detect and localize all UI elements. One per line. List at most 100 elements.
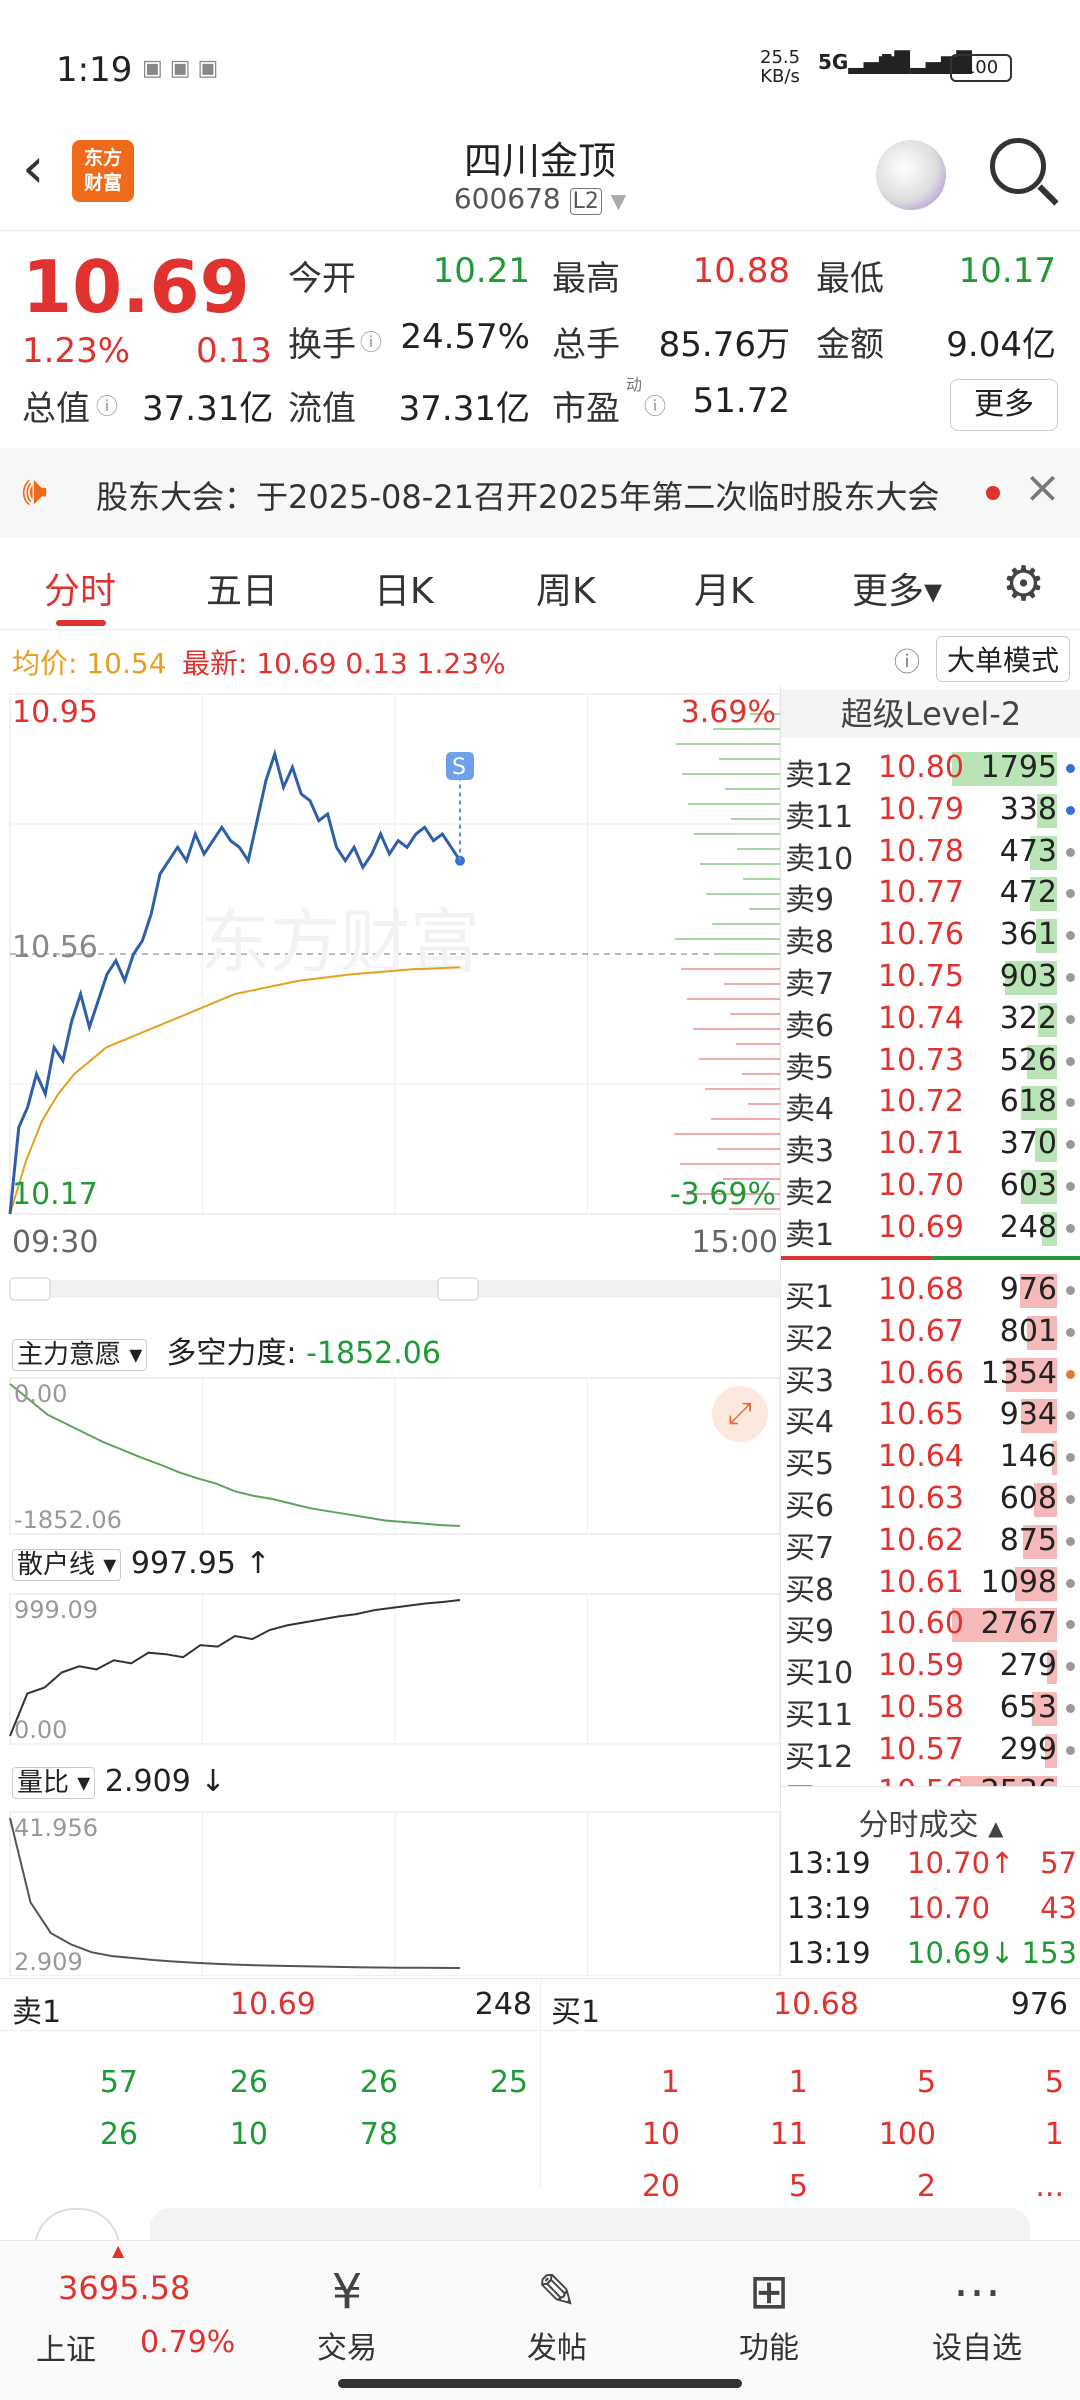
stat-label: 最低 xyxy=(816,259,884,299)
info-icon[interactable]: ⓘ xyxy=(96,389,118,421)
bid-row[interactable]: 买2 10.67 801 xyxy=(781,1312,1080,1357)
status-dot xyxy=(1066,847,1075,857)
nav-post[interactable]: ✎ 发帖 xyxy=(492,2261,622,2367)
tab-five-day[interactable]: 五日 xyxy=(206,562,278,614)
help-icon[interactable]: ⓘ xyxy=(894,642,920,679)
range-handle-left[interactable] xyxy=(9,1277,51,1301)
ask-row[interactable]: 卖7 10.75 903 xyxy=(781,957,1080,1002)
level-volume: 2767 xyxy=(980,1606,1057,1642)
tab-minute[interactable]: 分时 xyxy=(44,562,116,614)
bid-row[interactable]: 买6 10.63 608 xyxy=(781,1479,1080,1524)
level-label: 卖7 xyxy=(785,967,835,1002)
queue-cell: 26 xyxy=(229,2065,268,2100)
bid-row[interactable]: 买1 10.68 976 xyxy=(781,1270,1080,1315)
bid-row[interactable]: 买12 10.57 299 xyxy=(781,1730,1080,1775)
yen-icon: ¥ xyxy=(331,2264,363,2320)
ask-row[interactable]: 卖12 10.80 1795 xyxy=(781,748,1080,793)
battery-icon: 100 xyxy=(950,54,1012,82)
trade-row: 13:19 10.69↓ 153 xyxy=(781,1936,1080,1980)
indicator-bottom-label: -1852.06 xyxy=(14,1506,122,1534)
tab-weekly-k[interactable]: 周K xyxy=(536,562,596,614)
index-value[interactable]: 3695.58 xyxy=(58,2269,190,2307)
notice-bar[interactable]: 🕪 股东大会：于2025-08-21召开2025年第二次临时股东大会 × xyxy=(0,448,1080,538)
order-book-title[interactable]: 超级Level-2 xyxy=(781,690,1080,738)
status-dot xyxy=(1066,1745,1075,1755)
status-dot xyxy=(1066,1536,1075,1546)
ask-row[interactable]: 卖5 10.73 526 xyxy=(781,1041,1080,1086)
ask-row[interactable]: 卖3 10.71 370 xyxy=(781,1124,1080,1169)
tick-trades-title[interactable]: 分时成交 ▲ xyxy=(781,1800,1080,1844)
status-dot xyxy=(1066,1704,1075,1713)
nav-trade[interactable]: ¥ 交易 xyxy=(282,2261,412,2367)
status-dot xyxy=(1066,1056,1075,1066)
trade-time: 13:19 xyxy=(787,1936,871,1970)
level-volume: 618 xyxy=(999,1084,1057,1120)
stat-value: 37.31亿 xyxy=(398,389,530,429)
close-icon[interactable]: × xyxy=(1024,462,1061,513)
more-button[interactable]: 更多 xyxy=(950,379,1058,431)
ask-row[interactable]: 卖2 10.70 603 xyxy=(781,1166,1080,1211)
nav-add-watchlist[interactable]: ⋯ 设自选 xyxy=(912,2261,1042,2367)
time-range-track xyxy=(10,1280,780,1298)
level-volume: 299 xyxy=(999,1731,1057,1767)
home-indicator xyxy=(338,2379,742,2388)
status-dot xyxy=(1066,889,1075,899)
tab-more[interactable]: 更多▾ xyxy=(852,562,942,614)
ask-row[interactable]: 卖11 10.79 338 xyxy=(781,790,1080,835)
order-queue: 卖1 10.69 248 买1 10.68 976 57 26 26 25 26 10 78… xyxy=(0,1978,1080,2204)
level-label: 卖5 xyxy=(785,1050,835,1086)
bid-row[interactable]: 买5 10.64 146 xyxy=(781,1437,1080,1482)
trade-time: 13:19 xyxy=(787,1846,871,1880)
stat-value: 37.31亿 xyxy=(142,389,274,429)
queue-cell: 10 xyxy=(229,2117,268,2152)
tab-daily-k[interactable]: 日K xyxy=(374,562,434,614)
indicator-selector[interactable]: 散户线 ▾ xyxy=(12,1549,122,1581)
order-book: 超级Level-2 卖12 10.80 1795 卖11 10.79 338 卖10 10.7… xyxy=(780,686,1080,1976)
back-icon[interactable]: ‹ xyxy=(22,136,44,201)
ask-row[interactable]: 卖6 10.74 322 xyxy=(781,999,1080,1044)
expand-icon[interactable]: ⤢ xyxy=(712,1386,768,1442)
ask-row[interactable]: 卖10 10.78 473 xyxy=(781,832,1080,877)
level-label: 买12 xyxy=(785,1739,854,1775)
change-amount: 0.13 xyxy=(196,331,272,371)
divider xyxy=(540,2031,541,2189)
ask-row[interactable]: 卖9 10.77 472 xyxy=(781,873,1080,918)
tab-monthly-k[interactable]: 月K xyxy=(694,562,754,614)
ask-row[interactable]: 卖4 10.72 618 xyxy=(781,1082,1080,1127)
indicator-selector[interactable]: 量比 ▾ xyxy=(12,1767,96,1799)
notice-text: 股东大会：于2025-08-21召开2025年第二次临时股东大会 xyxy=(96,478,940,516)
x-label-close: 15:00 xyxy=(692,1225,778,1260)
info-icon[interactable]: ⓘ xyxy=(360,325,382,357)
level-price: 10.74 xyxy=(878,1000,964,1036)
bid-row[interactable]: 买3 10.66 1354 xyxy=(781,1354,1080,1399)
settings-gear-icon[interactable]: ⚙ xyxy=(1002,556,1045,612)
level-label: 卖6 xyxy=(785,1008,835,1044)
level-price: 10.75 xyxy=(878,959,964,994)
level-label: 卖10 xyxy=(785,841,854,877)
ask-row[interactable]: 卖1 10.69 248 xyxy=(781,1208,1080,1253)
search-icon[interactable] xyxy=(990,138,1046,194)
bid-row[interactable]: 买4 10.65 934 xyxy=(781,1395,1080,1440)
robot-avatar-icon[interactable] xyxy=(876,140,946,210)
edit-icon: ✎ xyxy=(536,2264,578,2320)
range-handle-right[interactable] xyxy=(437,1277,479,1301)
status-dot xyxy=(1066,1662,1075,1672)
bid-row[interactable]: 买9 10.60 2767 xyxy=(781,1604,1080,1649)
status-dot xyxy=(1066,931,1075,941)
level-volume: 361 xyxy=(999,917,1057,953)
nav-functions[interactable]: ⊞ 功能 xyxy=(704,2261,834,2367)
bid-row[interactable]: 买7 10.62 875 xyxy=(781,1521,1080,1566)
bid-row[interactable]: 买11 10.58 653 xyxy=(781,1688,1080,1733)
status-dot xyxy=(1066,973,1075,982)
ask-row[interactable]: 卖8 10.76 361 xyxy=(781,915,1080,960)
queue-cell: 57 xyxy=(99,2065,138,2100)
stat-label: 今开 xyxy=(288,259,356,299)
indicator-selector[interactable]: 主力意愿 ▾ xyxy=(12,1339,148,1371)
level-label: 卖9 xyxy=(785,883,835,919)
bid-row[interactable]: 买8 10.61 1098 xyxy=(781,1563,1080,1608)
indicator3-header: 量比 ▾ 2.909 ↓ xyxy=(12,1762,225,1799)
bid-row[interactable]: 买10 10.59 279 xyxy=(781,1646,1080,1691)
y-top-label: 10.95 xyxy=(12,695,98,730)
big-order-mode-button[interactable]: 大单模式 xyxy=(936,636,1071,682)
stock-code-row[interactable]: 600678 L2 ▼ xyxy=(340,182,740,215)
